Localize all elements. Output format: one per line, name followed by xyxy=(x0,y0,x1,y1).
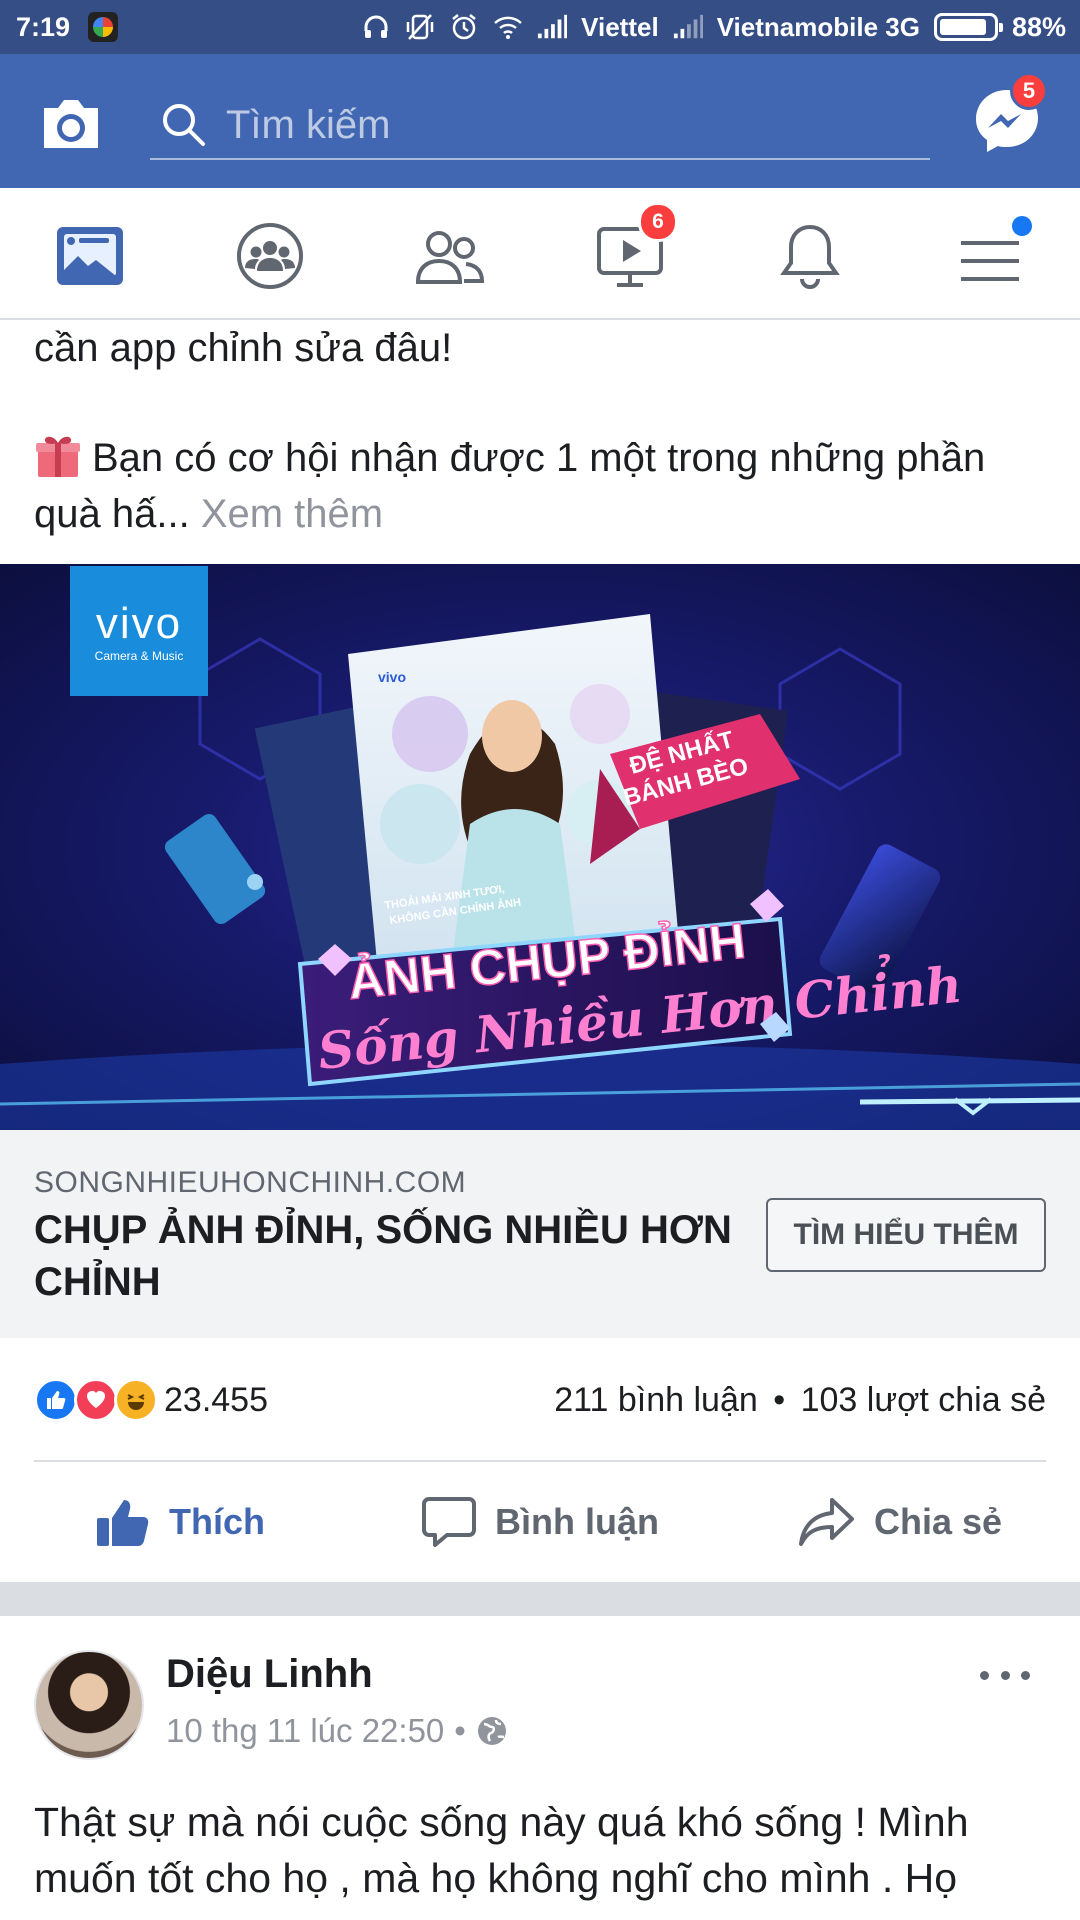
nav-tabs: 6 xyxy=(0,188,1080,320)
love-reaction-icon xyxy=(74,1378,118,1422)
like-reaction-icon xyxy=(34,1378,78,1422)
post-actions: Thích Bình luận Chia sẻ xyxy=(0,1462,1080,1582)
poster-brand-text: vivo xyxy=(378,669,406,685)
comment-label: Bình luận xyxy=(495,1501,659,1542)
link-title: CHỤP ẢNH ĐỈNH, SỐNG NHIỀU HƠN CHỈNH xyxy=(34,1208,732,1304)
vivo-logo: vivo Camera & Music xyxy=(70,566,208,696)
tab-friends[interactable] xyxy=(410,216,490,296)
status-bar: 7:19 Viettel Vietnamobile 3G 88% xyxy=(0,0,1080,54)
haha-reaction-icon xyxy=(114,1378,158,1422)
more-dot xyxy=(980,1670,989,1680)
like-button[interactable]: Thích xyxy=(0,1462,360,1582)
see-more-link[interactable]: Xem thêm xyxy=(201,492,383,536)
post-options-button[interactable] xyxy=(980,1660,1030,1690)
news-feed-icon xyxy=(57,227,123,285)
search-bar[interactable] xyxy=(150,92,930,160)
signal-icon xyxy=(537,12,568,42)
feed-separator xyxy=(0,1582,1080,1616)
vibrate-off-icon xyxy=(405,12,435,42)
messenger-badge: 5 xyxy=(1010,72,1048,110)
more-dot xyxy=(1000,1670,1010,1680)
comment-count[interactable]: 211 bình luận xyxy=(554,1381,758,1419)
post-text-body: Bạn có cơ hội nhận được 1 một trong nhữn… xyxy=(34,436,986,536)
tab-watch[interactable]: 6 xyxy=(590,202,678,296)
stats-separator: • xyxy=(773,1380,786,1419)
signal-weak-icon xyxy=(673,12,703,42)
watch-badge: 6 xyxy=(638,202,678,242)
learn-more-button[interactable]: TÌM HIỂU THÊM xyxy=(766,1198,1046,1272)
link-domain: SONGNHIEUHONCHINH.COM xyxy=(34,1166,467,1199)
meta-separator: • xyxy=(454,1712,466,1749)
alarm-icon xyxy=(449,12,479,42)
share-button[interactable]: Chia sẻ xyxy=(720,1462,1080,1582)
post-text-line: cần app chỉnh sửa đâu! xyxy=(34,326,453,370)
tab-groups[interactable] xyxy=(230,216,310,296)
like-label: Thích xyxy=(169,1501,265,1542)
share-icon xyxy=(798,1498,854,1546)
friends-icon xyxy=(415,231,485,284)
carrier-name-1: Viettel xyxy=(581,11,659,42)
link-preview[interactable]: SONGNHIEUHONCHINH.COM CHỤP ẢNH ĐỈNH, SỐN… xyxy=(0,1130,1080,1338)
status-indicators: Viettel Vietnamobile 3G 88% xyxy=(361,12,1066,43)
app-notification-icon xyxy=(88,12,119,42)
reaction-count: 23.455 xyxy=(164,1380,268,1419)
reactions-summary[interactable]: 23.455 211 bình luận • 103 lượt chia sẻ xyxy=(34,1370,1046,1430)
headphones-icon xyxy=(361,12,391,42)
post-text-paragraph: Bạn có cơ hội nhận được 1 một trong nhữn… xyxy=(34,430,1034,542)
gift-icon xyxy=(34,433,82,479)
comment-icon xyxy=(422,1497,476,1547)
vivo-logo-subtext: Camera & Music xyxy=(94,649,184,663)
battery-level xyxy=(939,19,986,35)
thumbs-up-icon xyxy=(97,1500,149,1546)
next-post-text: Thật sự mà nói cuộc sống này quá khó sốn… xyxy=(34,1799,969,1901)
share-count[interactable]: 103 lượt chia sẻ xyxy=(801,1381,1046,1419)
menu-notification-dot xyxy=(1012,216,1032,236)
battery-percent: 88% xyxy=(1011,11,1066,42)
groups-icon xyxy=(237,223,303,289)
status-time: 7:19 xyxy=(16,11,71,42)
wifi-icon xyxy=(493,12,523,42)
tab-news-feed[interactable] xyxy=(50,216,130,296)
engagement-stats: 211 bình luận • 103 lượt chia sẻ xyxy=(554,1381,1046,1420)
top-app-bar: 5 xyxy=(0,54,1080,188)
post-author-name[interactable]: Diệu Linhh xyxy=(166,1652,373,1697)
ad-image[interactable]: vivo ĐỆ NHẤT BÁNH BÈO THOẢI MÁI XINH TƯƠ… xyxy=(0,564,1080,1130)
more-dot xyxy=(1021,1670,1030,1680)
tab-notifications[interactable] xyxy=(770,216,850,296)
camera-icon xyxy=(44,100,98,148)
comment-button[interactable]: Bình luận xyxy=(360,1462,720,1582)
avatar[interactable] xyxy=(34,1650,144,1760)
share-label: Chia sẻ xyxy=(873,1501,1003,1542)
carrier-name-2: Vietnamobile 3G xyxy=(716,11,920,42)
search-input[interactable] xyxy=(226,102,876,148)
globe-icon xyxy=(477,1717,506,1745)
vivo-logo-text: vivo xyxy=(95,599,183,648)
messenger-button[interactable]: 5 xyxy=(970,72,1048,158)
post-meta: 10 thg 11 lúc 22:50 • xyxy=(166,1712,508,1750)
post-timestamp[interactable]: 10 thg 11 lúc 22:50 xyxy=(166,1712,444,1750)
bell-icon xyxy=(780,224,840,289)
camera-button[interactable] xyxy=(36,88,106,158)
search-icon xyxy=(163,104,205,146)
tab-menu[interactable] xyxy=(950,216,1032,296)
battery-icon xyxy=(933,13,1003,41)
reaction-icons xyxy=(34,1378,158,1422)
